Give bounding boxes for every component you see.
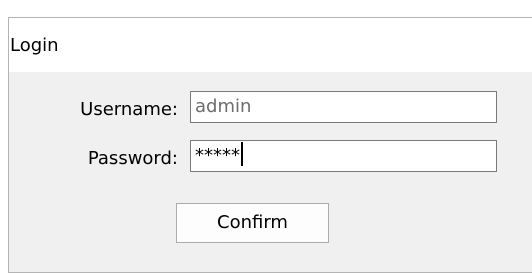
login-dialog: Login Username: admin Password: ***** Co… [8,17,532,273]
dialog-title: Login [10,35,59,56]
username-value: admin [195,96,252,117]
username-field[interactable]: admin [190,91,497,123]
text-caret [241,142,243,166]
username-label: Username: [80,99,178,120]
password-label: Password: [87,148,178,169]
password-value: ***** [195,145,240,166]
confirm-button[interactable]: Confirm [176,203,329,243]
password-field[interactable]: ***** [190,140,497,172]
dialog-titlebar: Login [9,18,532,72]
